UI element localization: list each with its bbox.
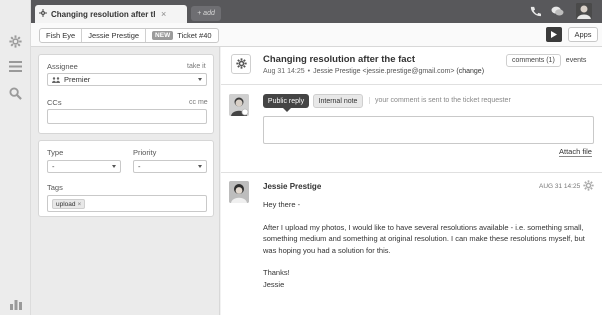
assignee-value: Premier <box>64 75 91 84</box>
ticket-tab[interactable]: Changing resolution after th... × <box>35 5 187 23</box>
top-bar: Changing resolution after th... × + add <box>31 0 602 23</box>
close-tab-button[interactable]: × <box>161 9 166 19</box>
divider <box>221 172 602 173</box>
take-it-link[interactable]: take it <box>187 63 206 70</box>
chevron-down-icon <box>198 165 202 168</box>
divider <box>221 84 602 85</box>
tab-comments[interactable]: comments (1) <box>506 54 561 67</box>
priority-select[interactable]: - <box>133 160 207 173</box>
assignee-label: Assignee <box>47 62 78 71</box>
internal-note-button[interactable]: Internal note <box>313 94 363 108</box>
ticket-label: Ticket #40 <box>177 31 212 40</box>
menu-icon[interactable] <box>8 59 23 74</box>
play-button[interactable] <box>546 27 562 42</box>
tag-label: upload <box>56 200 76 208</box>
breadcrumb-organization[interactable]: Fish Eye <box>40 29 83 42</box>
change-requester-link[interactable]: (change) <box>456 68 484 75</box>
comment-signoff: Thanks! <box>263 268 290 277</box>
gear-icon[interactable] <box>583 180 594 191</box>
status-badge: NEW <box>152 31 174 40</box>
conversation-tabs: comments (1) events <box>506 54 591 67</box>
ticket-settings-button[interactable] <box>231 54 251 74</box>
breadcrumb: Fish Eye Jessie Prestige NEW Ticket #40 <box>39 28 219 43</box>
ticket-properties-panel: Assignee take it Premier CCs cc me Type … <box>31 47 220 315</box>
breadcrumb-requester[interactable]: Jessie Prestige <box>82 29 147 42</box>
avatar <box>229 181 249 203</box>
attach-file-link[interactable]: Attach file <box>559 147 592 157</box>
reports-icon[interactable] <box>8 296 23 311</box>
requester-info: Jessie Prestige <jessie.prestige@gmail.c… <box>313 68 455 75</box>
user-avatar[interactable] <box>576 3 592 19</box>
ticket-date: Aug 31 14:25 <box>263 68 305 75</box>
chat-icon[interactable] <box>550 5 564 18</box>
comment-signature: Jessie <box>263 279 285 289</box>
chevron-down-icon <box>198 78 202 81</box>
breadcrumb-ticket[interactable]: NEW Ticket #40 <box>146 29 218 42</box>
ccs-field[interactable] <box>47 109 207 124</box>
apps-button[interactable]: Apps <box>568 27 598 42</box>
comment-greeting: Hey there - <box>263 200 301 209</box>
priority-label: Priority <box>133 148 157 157</box>
tab-title: Changing resolution after th... <box>51 9 155 19</box>
type-select[interactable]: - <box>47 160 121 173</box>
main-nav <box>0 0 31 315</box>
comment-paragraph: After I upload my photos, I would like t… <box>263 222 585 255</box>
comment-timestamp: AUG 31 14:25 <box>539 183 581 190</box>
assignee-card: Assignee take it Premier CCs cc me <box>38 54 214 134</box>
agent-avatar <box>229 94 249 116</box>
ticket-subject: Changing resolution after the fact <box>263 54 416 65</box>
type-value: - <box>52 162 55 171</box>
cc-me-link[interactable]: cc me <box>189 99 208 106</box>
phone-icon[interactable] <box>528 5 542 18</box>
tab-events[interactable]: events <box>561 55 592 66</box>
tag-chip: upload × <box>52 199 86 209</box>
remove-tag-button[interactable]: × <box>78 201 82 208</box>
tags-label: Tags <box>47 183 63 192</box>
gear-icon <box>235 57 247 71</box>
group-icon <box>52 76 60 83</box>
ticket-fields-card: Type Priority - - Tags upload × <box>38 140 214 217</box>
priority-value: - <box>138 162 141 171</box>
assignee-select[interactable]: Premier <box>47 73 207 86</box>
comment-author[interactable]: Jessie Prestige <box>263 182 321 191</box>
search-icon[interactable] <box>8 86 23 101</box>
comment-input[interactable] <box>263 116 594 144</box>
public-reply-button[interactable]: Public reply <box>263 94 309 112</box>
gear-icon <box>39 9 47 19</box>
add-tab-button[interactable]: + add <box>191 6 221 21</box>
ccs-label: CCs <box>47 98 62 107</box>
ticket-meta: Aug 31 14:25 • Jessie Prestige <jessie.pre… <box>263 68 485 75</box>
reply-hint: your comment is sent to the ticket reque… <box>369 97 511 104</box>
gear-icon[interactable] <box>8 34 23 49</box>
ticket-main: Changing resolution after the fact Aug 3… <box>221 47 602 315</box>
tags-field[interactable]: upload × <box>47 195 207 212</box>
breadcrumb-bar: Fish Eye Jessie Prestige NEW Ticket #40 … <box>31 23 602 47</box>
chevron-down-icon <box>112 165 116 168</box>
comment-body: Hey there - After I upload my photos, I … <box>263 199 593 290</box>
type-label: Type <box>47 148 64 157</box>
